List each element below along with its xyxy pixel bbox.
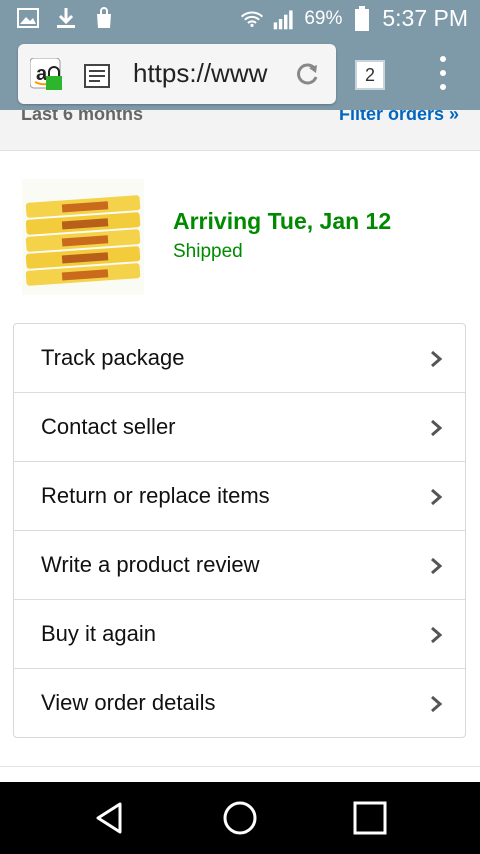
page-icon xyxy=(84,64,110,93)
order-filter-bar: Last 6 months Filter orders » xyxy=(0,110,480,151)
view-order-details-button[interactable]: View order details xyxy=(14,669,465,738)
chevron-right-icon xyxy=(431,350,443,368)
chevron-right-icon xyxy=(431,695,443,713)
recents-icon[interactable] xyxy=(350,798,390,838)
time-range-label: Last 6 months xyxy=(21,110,144,124)
battery-icon xyxy=(350,5,374,31)
wifi-icon xyxy=(240,7,264,31)
action-label: View order details xyxy=(41,690,216,715)
chevron-right-icon xyxy=(431,557,443,575)
action-label: Write a product review xyxy=(41,552,260,577)
arrival-date: Arriving Tue, Jan 12 xyxy=(173,208,392,234)
reload-icon[interactable] xyxy=(294,61,320,92)
shipment-summary: Arriving Tue, Jan 12 Shipped xyxy=(0,151,480,321)
chevron-right-icon xyxy=(431,488,443,506)
bag-icon xyxy=(92,6,116,30)
notification-icons xyxy=(16,6,116,30)
address-bar[interactable]: a https://www xyxy=(18,44,336,104)
system-nav-bar xyxy=(0,782,480,854)
return-replace-button[interactable]: Return or replace items xyxy=(14,462,465,531)
action-label: Return or replace items xyxy=(41,483,270,508)
back-icon[interactable] xyxy=(90,798,130,838)
battery-percent: 69% xyxy=(304,7,343,29)
url-text[interactable]: https://www xyxy=(133,58,288,89)
contact-seller-button[interactable]: Contact seller xyxy=(14,393,465,462)
track-package-button[interactable]: Track package xyxy=(14,324,465,393)
image-icon xyxy=(16,6,40,30)
chevron-right-icon xyxy=(431,626,443,644)
action-label: Track package xyxy=(41,345,185,370)
clock: 5:37 PM xyxy=(382,5,468,31)
action-label: Buy it again xyxy=(41,621,156,646)
order-actions-list: Track package Contact seller Return or r… xyxy=(13,323,466,738)
download-icon xyxy=(54,6,78,30)
section-divider xyxy=(0,766,480,767)
amazon-lock-icon[interactable]: a xyxy=(29,57,64,92)
status-bar: 69% 5:37 PM xyxy=(0,0,480,38)
overflow-menu-icon[interactable] xyxy=(436,56,450,94)
product-image[interactable] xyxy=(22,179,144,295)
signal-icon xyxy=(272,7,296,31)
buy-again-button[interactable]: Buy it again xyxy=(14,600,465,669)
shipment-status: Shipped xyxy=(173,241,243,262)
chevron-right-icon xyxy=(431,419,443,437)
tabs-button[interactable]: 2 xyxy=(355,60,385,90)
filter-orders-link[interactable]: Filter orders » xyxy=(339,110,459,125)
home-icon[interactable] xyxy=(220,798,260,838)
browser-toolbar: a https://www 2 xyxy=(0,38,480,110)
action-label: Contact seller xyxy=(41,414,176,439)
write-review-button[interactable]: Write a product review xyxy=(14,531,465,600)
